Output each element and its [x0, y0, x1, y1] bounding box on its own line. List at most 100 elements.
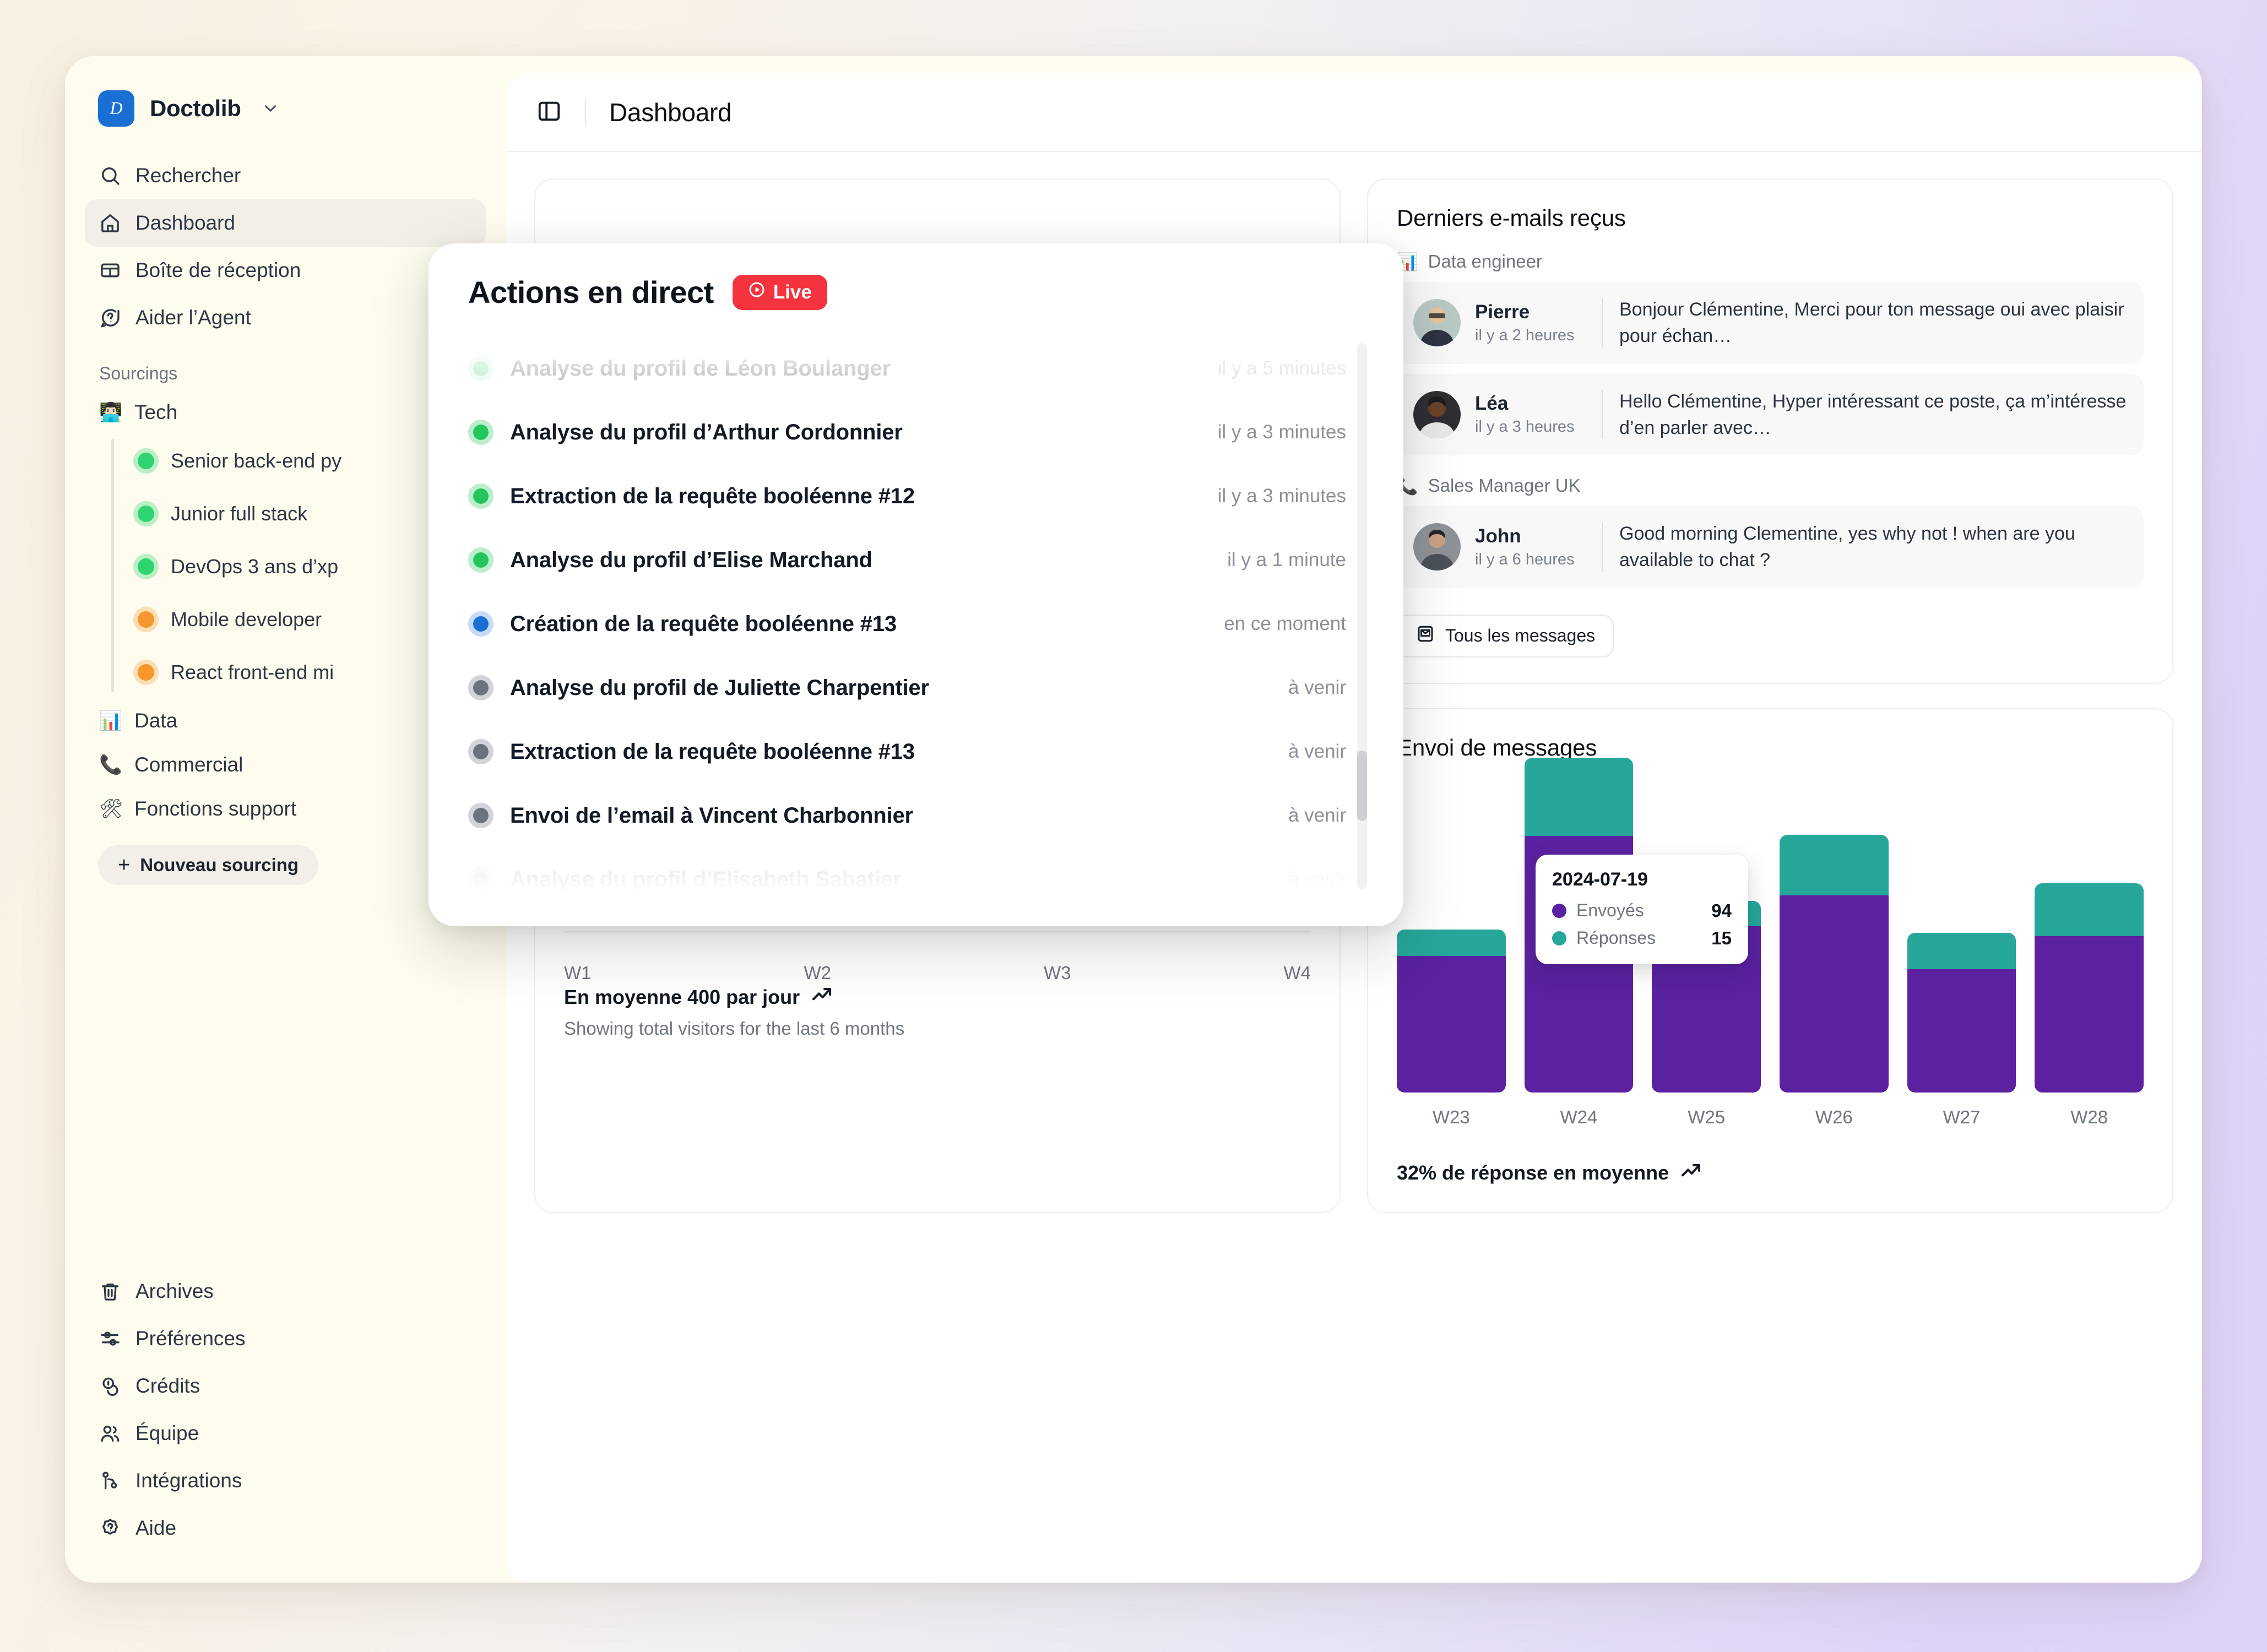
email-sender: John il y a 6 heures: [1475, 525, 1602, 569]
bar-label: W28: [2070, 1107, 2108, 1128]
bar-column[interactable]: W28: [2035, 883, 2144, 1128]
status-dot: [468, 616, 493, 632]
messages-footer-stat: 32% de réponse en moyenne: [1397, 1160, 2144, 1187]
bar-column[interactable]: W27: [1907, 933, 2016, 1128]
bar-label: W23: [1433, 1107, 1470, 1128]
sidebar-item-label: Préférences: [135, 1327, 246, 1350]
live-action-row[interactable]: Analyse du profil d’Elisabeth Sabatier à…: [468, 847, 1346, 911]
live-action-row[interactable]: Envoi de l’email à Vincent Charbonnier à…: [468, 784, 1346, 847]
stacked-bar[interactable]: [1780, 835, 1889, 1093]
live-modal-title: Actions en direct: [468, 274, 714, 310]
live-action-row[interactable]: Analyse du profil de Juliette Charpentie…: [468, 656, 1346, 720]
stacked-bar[interactable]: [2035, 883, 2144, 1093]
sourcing-group-label: Fonctions support: [134, 797, 296, 820]
status-dot: [468, 361, 493, 376]
live-action-text: Analyse du profil de Juliette Charpentie…: [510, 676, 1272, 700]
secondary-nav: Archives Préférences Crédits Équipe: [65, 1268, 506, 1583]
sidebar-item-dashboard[interactable]: Dashboard: [85, 199, 486, 247]
sidebar-item-credits[interactable]: Crédits: [85, 1362, 486, 1410]
live-action-row[interactable]: Analyse du profil de Léon Boulanger il y…: [468, 336, 1346, 400]
live-status-badge: Live: [733, 275, 827, 310]
status-dot: [133, 664, 159, 681]
sidebar-item-equipe[interactable]: Équipe: [85, 1410, 486, 1457]
sidebar-item-archives[interactable]: Archives: [85, 1268, 486, 1315]
sourcing-sublist-tech: Senior back-end py Junior full stack Dev…: [85, 434, 486, 699]
all-messages-button[interactable]: Tous les messages: [1397, 615, 1614, 657]
messages-card-title: Envoi de messages: [1397, 735, 2144, 761]
status-dot: [133, 506, 159, 522]
workspace-switcher[interactable]: D Doctolib: [65, 78, 506, 139]
sidebar-item-boite-de-reception[interactable]: Boîte de réception: [85, 247, 486, 294]
new-sourcing-button[interactable]: + Nouveau sourcing: [98, 845, 318, 885]
sidebar-item-aide[interactable]: Aide: [85, 1504, 486, 1552]
sourcing-item-label: Junior full stack: [171, 502, 307, 525]
sourcing-group-header-commercial[interactable]: 📞 Commercial: [85, 743, 486, 787]
avatar: [1413, 299, 1461, 346]
live-action-row[interactable]: Analyse du profil d’Arthur Cordonnier il…: [468, 400, 1346, 464]
status-dot: [468, 872, 493, 887]
search-icon: [99, 165, 121, 187]
stacked-bar[interactable]: [1397, 930, 1506, 1093]
live-action-row[interactable]: Création de la requête booléenne #13 en …: [468, 592, 1346, 656]
live-action-time: à venir: [1288, 677, 1346, 699]
scrollbar-track[interactable]: [1357, 343, 1367, 889]
stacked-bar[interactable]: [1907, 933, 2016, 1093]
x-tick-label: W3: [1044, 963, 1071, 983]
sidebar-item-label: Aide: [135, 1517, 176, 1540]
developer-emoji-icon: 👨🏻‍💻: [99, 401, 121, 423]
new-sourcing-label: Nouveau sourcing: [140, 855, 299, 876]
live-actions-modal: Actions en direct Live Analyse du profil…: [429, 243, 1403, 926]
panel-left-icon[interactable]: [536, 99, 562, 127]
email-group-label-sales-manager-uk: 📞 Sales Manager UK: [1397, 475, 2144, 496]
email-row[interactable]: Pierre il y a 2 heures Bonjour Clémentin…: [1397, 282, 2144, 364]
live-action-text: Création de la requête booléenne #13: [510, 612, 1207, 637]
x-tick-label: W4: [1284, 963, 1311, 983]
bar-column[interactable]: W26: [1780, 835, 1889, 1128]
sidebar-item-label: Équipe: [135, 1422, 199, 1445]
status-dot: [468, 552, 493, 568]
help-chat-icon: [99, 307, 121, 329]
topbar: Dashboard: [506, 74, 2202, 152]
legend-dot-envoyes: [1552, 904, 1566, 918]
live-action-text: Analyse du profil d’Elisabeth Sabatier: [510, 867, 1272, 892]
emails-card-title: Derniers e-mails reçus: [1397, 205, 2144, 231]
sourcing-group-header-tech[interactable]: 👨🏻‍💻 Tech: [85, 390, 486, 434]
sourcing-group-header-fonctions-support[interactable]: 🛠 Fonctions support: [85, 787, 486, 831]
emails-card: Derniers e-mails reçus 📊 Data engineer P…: [1367, 178, 2173, 684]
live-action-time: il y a 1 minute: [1227, 549, 1346, 571]
email-preview: Bonjour Clémentine, Merci pour ton messa…: [1619, 296, 2127, 350]
profiles-footer-note: Showing total visitors for the last 6 mo…: [564, 1018, 1311, 1039]
email-row[interactable]: John il y a 6 heures Good morning Clemen…: [1397, 506, 2144, 588]
sourcing-group-label: Tech: [134, 401, 177, 424]
legend-dot-reponses: [1552, 931, 1566, 945]
tooltip-row: Réponses 15: [1552, 928, 1732, 949]
sourcing-group-label: Data: [134, 709, 177, 732]
sidebar-item-rechercher[interactable]: Rechercher: [85, 152, 486, 199]
avatar: [1413, 391, 1461, 438]
live-action-row[interactable]: Analyse du profil d’Elise Marchand il y …: [468, 528, 1346, 592]
chevron-down-icon[interactable]: [261, 99, 280, 118]
sidebar-item-label: Rechercher: [135, 164, 241, 187]
sourcing-group-header-data[interactable]: 📊 Data: [85, 699, 486, 743]
sidebar-item-aider-lagent[interactable]: Aider l’Agent: [85, 294, 486, 341]
sidebar-item-integrations[interactable]: Intégrations: [85, 1457, 486, 1504]
x-tick-label: W1: [564, 963, 592, 983]
trend-up-icon: [811, 983, 833, 1010]
bar-column[interactable]: W23: [1397, 930, 1506, 1128]
live-action-time: il y a 5 minutes: [1218, 357, 1346, 379]
status-dot: [468, 488, 493, 504]
sourcing-group-label: Commercial: [134, 753, 243, 776]
live-modal-header: Actions en direct Live: [468, 274, 1370, 310]
scrollbar-thumb[interactable]: [1357, 751, 1367, 821]
sidebar-item-label: Aider l’Agent: [135, 306, 251, 329]
sidebar-item-label: Boîte de réception: [135, 259, 301, 282]
email-row[interactable]: Léa il y a 3 heures Hello Clémentine, Hy…: [1397, 374, 2144, 456]
live-action-row[interactable]: Extraction de la requête booléenne #12 i…: [468, 464, 1346, 528]
live-action-row[interactable]: Extraction de la requête booléenne #13 à…: [468, 720, 1346, 784]
live-action-text: Analyse du profil de Léon Boulanger: [510, 356, 1201, 381]
live-action-text: Envoi de l’email à Vincent Charbonnier: [510, 803, 1272, 828]
sidebar-item-preferences[interactable]: Préférences: [85, 1315, 486, 1362]
tooltip-row: Envoyés 94: [1552, 900, 1732, 921]
email-sender: Léa il y a 3 heures: [1475, 393, 1602, 436]
status-dot: [133, 453, 159, 469]
